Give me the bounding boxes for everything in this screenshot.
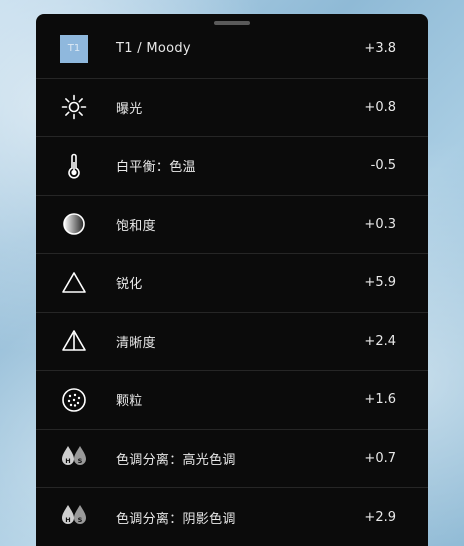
preset-thumbnail-icon: T1 xyxy=(58,33,90,65)
split-tone-letter: S xyxy=(78,516,83,524)
split-tone-icon: H S xyxy=(58,442,90,474)
adjustment-row-grain[interactable]: 颗粒 +1.6 xyxy=(36,371,428,430)
adjustment-value: +0.8 xyxy=(364,99,396,115)
adjustment-row-exposure[interactable]: 曝光 +0.8 xyxy=(36,79,428,137)
adjustment-row-split-tone-shadows[interactable]: H S 色调分离：阴影色调 +2.9 xyxy=(36,488,428,546)
adjustment-value: +2.9 xyxy=(364,509,396,525)
split-tone-letter: H xyxy=(65,457,70,465)
adjustment-label: 白平衡：色温 xyxy=(116,160,196,176)
adjustment-label: 曝光 xyxy=(116,101,143,117)
triangle-icon xyxy=(58,267,90,299)
adjustment-row-sharpen[interactable]: 锐化 +5.9 xyxy=(36,254,428,313)
adjustment-value: +1.6 xyxy=(364,392,396,408)
adjustment-label: 色调分离：阴影色调 xyxy=(116,511,236,527)
adjustment-label: 色调分离：高光色调 xyxy=(116,452,236,468)
adjustments-panel: T1 T1 / Moody +3.8 曝光 +0.8 白平衡：色温 -0.5 饱… xyxy=(36,14,428,546)
adjustment-label: 颗粒 xyxy=(116,394,143,410)
adjustment-label: 清晰度 xyxy=(116,335,156,351)
adjustment-label: 锐化 xyxy=(116,277,143,293)
adjustment-value: +0.3 xyxy=(364,216,396,232)
adjustment-row-saturation[interactable]: 饱和度 +0.3 xyxy=(36,196,428,254)
split-tone-icon: H S xyxy=(58,501,90,533)
adjustment-row-preset[interactable]: T1 T1 / Moody +3.8 xyxy=(36,20,428,79)
sun-icon xyxy=(58,91,90,123)
adjustment-label: T1 / Moody xyxy=(116,41,191,57)
adjustment-value: +3.8 xyxy=(364,41,396,57)
grain-icon xyxy=(58,384,90,416)
thermometer-icon xyxy=(58,150,90,182)
adjustment-row-white-balance[interactable]: 白平衡：色温 -0.5 xyxy=(36,137,428,196)
adjustment-value: +0.7 xyxy=(364,450,396,466)
adjustment-value: +5.9 xyxy=(364,275,396,291)
clarity-triangle-icon xyxy=(58,325,90,357)
adjustment-value: +2.4 xyxy=(364,333,396,349)
preset-thumbnail-text: T1 xyxy=(60,34,88,63)
adjustment-label: 饱和度 xyxy=(116,218,156,234)
adjustment-value: -0.5 xyxy=(370,158,396,174)
saturation-icon xyxy=(58,208,90,240)
adjustment-row-split-tone-highlights[interactable]: H S 色调分离：高光色调 +0.7 xyxy=(36,430,428,488)
adjustment-row-clarity[interactable]: 清晰度 +2.4 xyxy=(36,313,428,371)
split-tone-letter: H xyxy=(65,516,70,524)
split-tone-letter: S xyxy=(78,457,83,465)
adjustment-list: T1 T1 / Moody +3.8 曝光 +0.8 白平衡：色温 -0.5 饱… xyxy=(36,20,428,546)
